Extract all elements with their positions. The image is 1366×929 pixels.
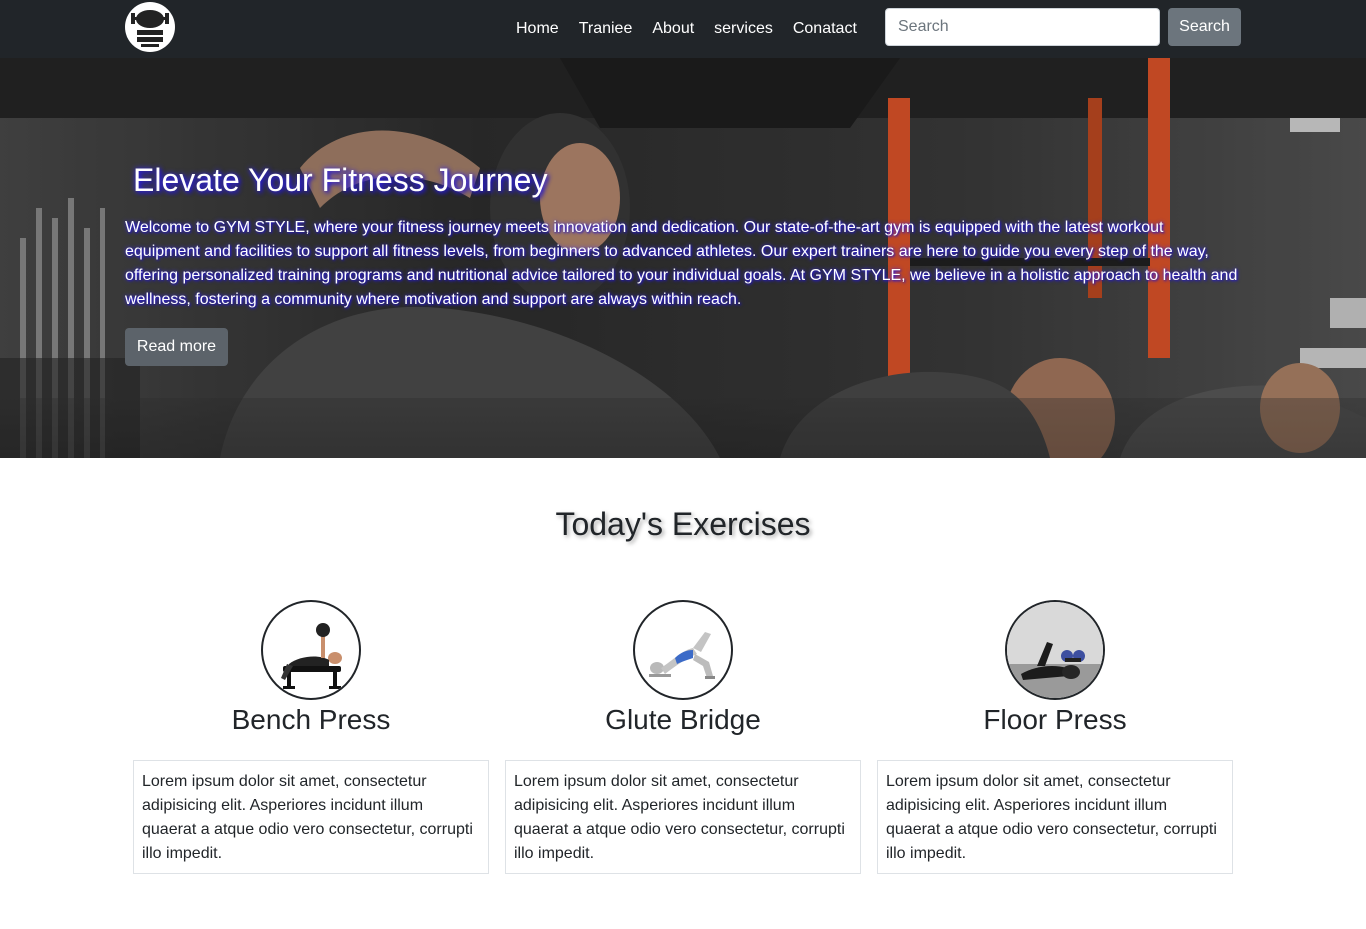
hero-banner: Elevate Your Fitness Journey Welcome to … <box>0 58 1366 458</box>
nav-link-about[interactable]: About <box>642 0 704 58</box>
nav-link-trainee[interactable]: Traniee <box>569 0 643 58</box>
hero-description: Welcome to GYM STYLE, where your fitness… <box>125 219 1238 308</box>
exercise-description: Lorem ipsum dolor sit amet, consectetur … <box>133 760 489 874</box>
glute-bridge-icon <box>633 600 733 700</box>
nav-link-home[interactable]: Home <box>506 0 569 58</box>
exercise-name: Bench Press <box>231 704 391 735</box>
exercise-description: Lorem ipsum dolor sit amet, consectetur … <box>505 760 861 874</box>
nav-links: Home Traniee About services Conatact <box>506 0 867 58</box>
exercise-description: Lorem ipsum dolor sit amet, consectetur … <box>877 760 1233 874</box>
gym-logo-icon[interactable] <box>125 2 175 52</box>
exercise-name: Floor Press <box>983 704 1127 735</box>
hero-title: Elevate Your Fitness Journey <box>133 162 548 198</box>
bench-press-icon <box>261 600 361 700</box>
nav-link-services[interactable]: services <box>704 0 783 58</box>
search-button[interactable]: Search <box>1168 8 1241 46</box>
read-more-button[interactable]: Read more <box>125 328 228 366</box>
navbar: Home Traniee About services Conatact Sea… <box>0 0 1366 58</box>
exercises-section-title: Today's Exercises <box>555 506 811 542</box>
floor-press-icon <box>1005 600 1105 700</box>
exercise-name: Glute Bridge <box>605 704 761 735</box>
search-input[interactable] <box>885 8 1160 46</box>
nav-link-contact[interactable]: Conatact <box>783 0 867 58</box>
